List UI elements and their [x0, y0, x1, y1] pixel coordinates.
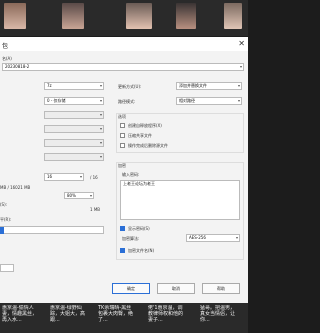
update-mode-select[interactable]: 添加并替换文件 ▾	[176, 82, 242, 90]
level-select[interactable]: 0 - 仅存储 ▾	[44, 97, 104, 105]
archive-name-input[interactable]: 20230818-2 ▾	[2, 63, 244, 71]
chevron-down-icon: ▾	[237, 98, 240, 103]
option-label-delete: 操作完成后删除源文件	[128, 143, 168, 148]
show-password-label: 显示密码(S)	[128, 226, 150, 231]
thread-max: / 16	[90, 175, 98, 180]
solid-label: (S):	[0, 202, 8, 207]
chevron-down-icon[interactable]: ▾	[240, 64, 242, 70]
thread-select[interactable]: 16 ▾	[44, 173, 84, 181]
chevron-down-icon: ▾	[99, 83, 102, 88]
caption-1[interactable]: 惠京温-偷情人妻，情趣黑丝，再入水...	[2, 305, 40, 323]
dialog-title: 包	[2, 43, 9, 50]
caption-5[interactable]: 猛哥。把温男，真女当情侣，让你...	[200, 305, 238, 323]
path-mode-label: 路径模式:	[118, 99, 136, 104]
selection-marker	[0, 227, 4, 234]
archive-name-value: 20230818-2	[5, 64, 30, 69]
chevron-down-icon: ▾	[235, 235, 238, 240]
encryption-method-label: 加密算法:	[122, 236, 140, 241]
path-mode-value: 相对路径	[179, 98, 195, 103]
memory-usage: MB / 16021 MB	[0, 185, 31, 190]
chevron-down-icon: ▾	[99, 98, 102, 103]
caption-4[interactable]: 佬'1惠京温，调教律师权和他的妻子...	[148, 305, 186, 323]
encryption-title: 加密	[118, 163, 126, 168]
level-value: 0 - 仅存储	[47, 98, 66, 103]
options-title: 选项	[118, 114, 126, 119]
cpu-value: 80%	[67, 193, 76, 198]
parameters-label: 平(R):	[0, 217, 12, 222]
cancel-button[interactable]: 取消	[157, 283, 195, 294]
caption-3[interactable]: TK余瑞晴-黑丝包裹大肉臀，绝了...	[98, 305, 136, 323]
chevron-down-icon: ▾	[237, 83, 240, 88]
dialog-titlebar: 包 ✕	[0, 37, 248, 51]
thumbnail-strip	[0, 0, 248, 36]
cpu-select[interactable]: 80% ▾	[64, 192, 94, 199]
option-checkbox-sfx[interactable]	[120, 123, 125, 128]
chevron-down-icon: ▾	[89, 193, 92, 198]
encryption-method-select[interactable]: AES-256 ▾	[186, 234, 240, 242]
thumbnail-4[interactable]	[176, 3, 196, 29]
option-checkbox-delete[interactable]	[120, 143, 125, 148]
password-label: 输入密码:	[122, 172, 140, 177]
solid-value: 1 MB	[90, 207, 101, 212]
thread-value: 16	[47, 174, 53, 179]
encrypt-names-checkbox[interactable]	[120, 248, 125, 253]
option-label-shared: 压缩共享文件	[128, 133, 152, 138]
close-icon[interactable]: ✕	[238, 39, 245, 48]
ok-button[interactable]: 确定	[112, 283, 150, 294]
word-size-select[interactable]: ▾	[44, 139, 104, 147]
thumbnail-5[interactable]	[224, 3, 242, 29]
small-button[interactable]	[0, 264, 14, 272]
caption-strip: 惠京温-偷情人妻，情趣黑丝，再入水... 惠京温-绿野仙踪，大姐大，高跟... …	[0, 303, 248, 333]
thumbnail-1[interactable]	[4, 3, 26, 29]
dictionary-select[interactable]: ▾	[44, 125, 104, 133]
option-label-sfx: 创建自释放程序(X)	[128, 123, 162, 128]
method-select[interactable]: ▾	[44, 111, 104, 119]
archive-name-label: 名(A)	[2, 56, 12, 61]
block-size-select[interactable]: ▾	[44, 153, 104, 161]
password-value: 上老王论坛为老王	[123, 181, 155, 186]
caption-2[interactable]: 惠京温-绿野仙踪，大姐大，高跟...	[50, 305, 88, 323]
update-mode-label: 更新方式(U):	[118, 84, 142, 89]
chevron-down-icon: ▾	[99, 112, 102, 117]
format-value: 7z	[47, 83, 52, 88]
help-button[interactable]: 帮助	[202, 283, 240, 294]
chevron-down-icon: ▾	[99, 140, 102, 145]
parameters-input[interactable]	[0, 226, 104, 234]
chevron-down-icon: ▾	[99, 126, 102, 131]
option-checkbox-shared[interactable]	[120, 133, 125, 138]
path-mode-select[interactable]: 相对路径 ▾	[176, 97, 242, 105]
add-to-archive-dialog: 包 ✕ 名(A) 20230818-2 ▾ 7z ▾ 0 - 仅存储 ▾ ▾ ▾…	[0, 37, 248, 303]
thumbnail-3[interactable]	[126, 3, 152, 29]
password-field[interactable]: 上老王论坛为老王	[120, 180, 240, 220]
format-select[interactable]: 7z ▾	[44, 82, 104, 90]
encryption-method-value: AES-256	[189, 235, 206, 240]
update-mode-value: 添加并替换文件	[179, 83, 207, 88]
show-password-checkbox[interactable]	[120, 226, 125, 231]
encrypt-names-label: 加密文件名(N)	[128, 248, 155, 253]
chevron-down-icon: ▾	[79, 174, 82, 179]
chevron-down-icon: ▾	[99, 154, 102, 159]
thumbnail-2[interactable]	[62, 3, 84, 29]
